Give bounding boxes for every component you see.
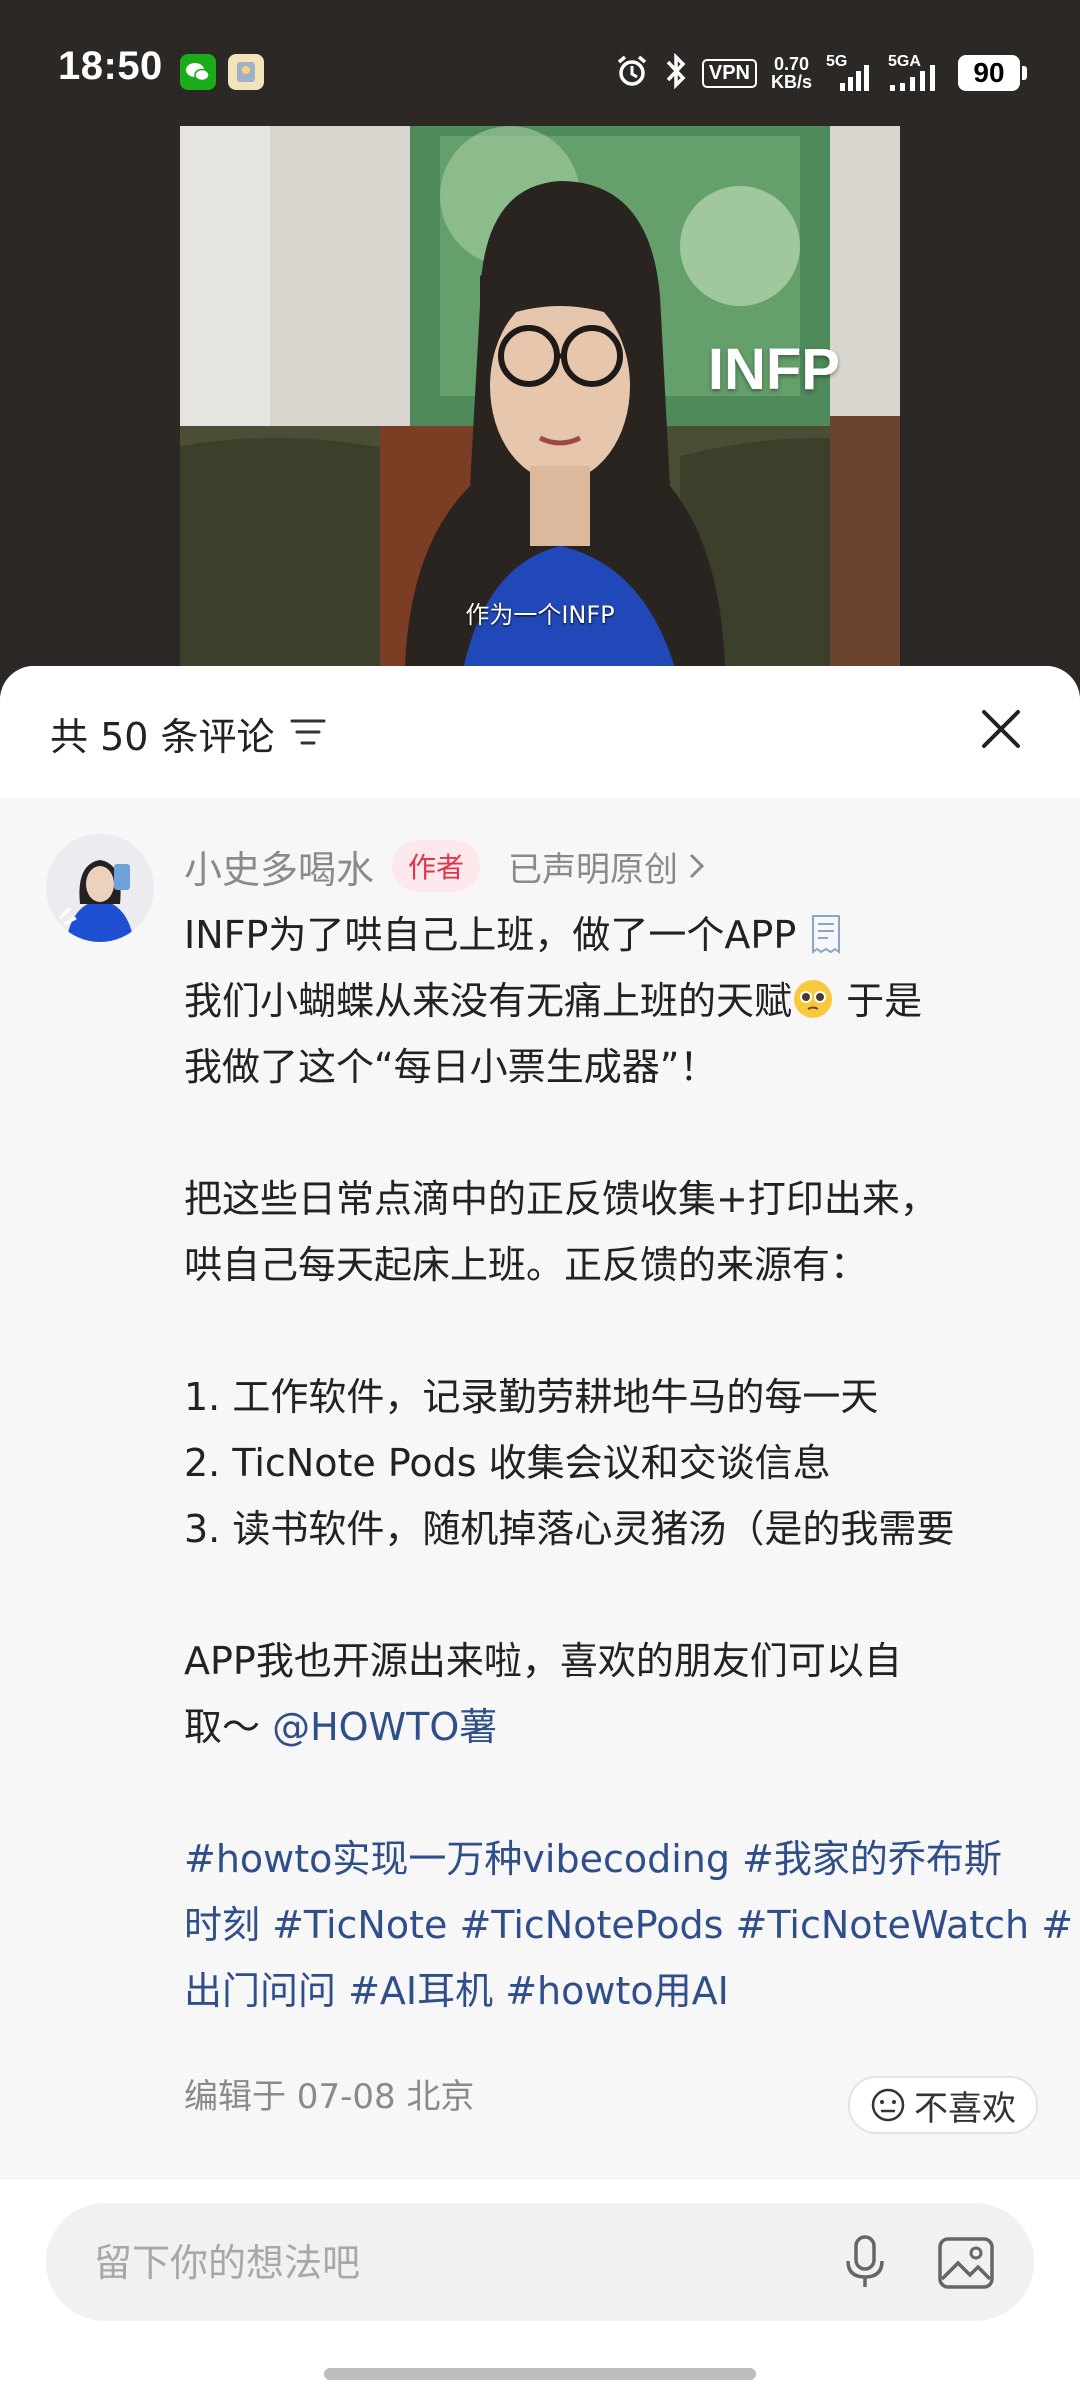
close-icon[interactable] [976,704,1026,754]
app-notification-icon [228,54,264,90]
receipt-emoji-icon [812,915,841,954]
post-line-10: 取～ @HOWTO薯 [184,1694,1044,1760]
comments-header: 共 50 条评论 [0,666,1080,798]
dislike-button[interactable]: 不喜欢 [848,2076,1038,2134]
post-line-3: 我做了这个“每日小票生成器”！ [184,1045,718,1089]
home-indicator[interactable] [324,2368,756,2380]
post-line-6: 1. 工作软件，记录勤劳耕地牛马的每一天 [184,1375,879,1419]
sort-filter-icon[interactable] [290,716,326,748]
hashtag-line-1[interactable]: #howto实现一万种vibecoding #我家的乔布斯 [184,1826,1044,1892]
post-line-1: INFP为了哄自己上班，做了一个APP [184,902,1044,968]
battery-indicator: 90 [958,55,1027,91]
alarm-icon [614,53,650,93]
comments-sheet: 共 50 条评论 小史多喝水 作者 已声明原创 INFP为了哄自己上班，做了一个… [0,666,1080,2400]
net-speed-unit: KB/s [770,72,812,92]
post-line-10-text: 取～ [184,1705,261,1749]
post-content: INFP为了哄自己上班，做了一个APP 我们小蝴蝶从来没有无痛上班的天赋 于是 … [184,902,1073,2024]
post-line-9: APP我也开源出来啦，喜欢的朋友们可以自 [184,1639,902,1683]
wechat-icon [180,54,216,90]
video-subtitle: 作为一个INFP [465,601,615,629]
hashtag-line-3[interactable]: 出门问问 #AI耳机 #howto用AI [184,1958,1044,2024]
neutral-face-icon [871,2088,905,2122]
vpn-badge: VPN [701,58,757,88]
image-upload-icon[interactable] [936,2233,996,2293]
post-line-7: 2. TicNote Pods 收集会议和交谈信息 [184,1441,831,1485]
signal-icon-1: 5G [826,53,874,93]
net-speed-value: 0.70 [773,54,810,74]
chevron-right-icon [689,853,705,879]
bluetooth-icon [664,52,688,94]
post-line-5: 哄自己每天起床上班。正反馈的来源有： [184,1243,869,1287]
hashtag-line-2[interactable]: 时刻 #TicNote #TicNotePods #TicNoteWatch # [184,1892,1073,1958]
mention-link[interactable]: @HOWTO薯 [272,1705,497,1749]
pleading-face-emoji-icon [794,980,833,1018]
video-player[interactable]: INFP 作为一个INFP [180,126,900,666]
comment-input[interactable] [92,2203,796,2323]
comments-count-title: 共 50 条评论 [50,715,275,759]
original-declaration-link[interactable]: 已声明原创 [508,842,678,891]
post-line-8: 3. 读书软件，随机掉落心灵猪汤（是的我需要 [184,1507,955,1551]
video-overlay-text: INFP [707,337,840,402]
comment-input-pill [46,2203,1034,2323]
post-line-2-tail: 于是 [834,979,923,1023]
post-line-2-text: 我们小蝴蝶从来没有无痛上班的天赋 [184,979,793,1023]
author-badge: 作者 [392,840,481,892]
author-name[interactable]: 小史多喝水 [184,839,374,894]
post-line-4: 把这些日常点滴中的正反馈收集+打印出来， [184,1177,938,1221]
author-avatar[interactable] [46,834,154,942]
post-line-2: 我们小蝴蝶从来没有无痛上班的天赋 于是 [184,968,1044,1034]
microphone-icon[interactable] [836,2233,894,2291]
signal-icon-2: 5GA [888,53,944,93]
status-bar: 18:50 VPN 0.70 KB/s 5G 5GA 90 [0,0,1080,130]
author-row: 小史多喝水 作者 已声明原创 [184,838,706,894]
status-time: 18:50 [58,44,163,88]
post-edit-meta: 编辑于 07-08 北京 [184,2077,475,2117]
net-speed: 0.70 KB/s [771,55,812,91]
dislike-label: 不喜欢 [914,2088,1016,2129]
post-line-1-text: INFP为了哄自己上班，做了一个APP [184,913,797,957]
